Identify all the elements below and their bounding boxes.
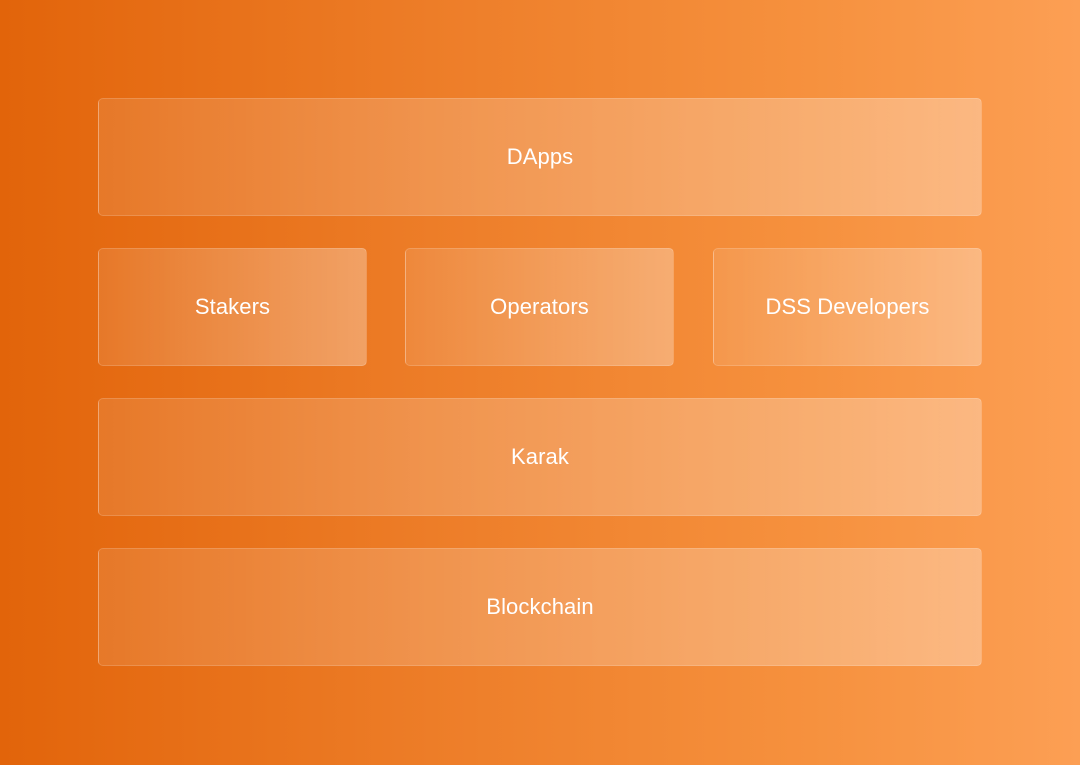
stack-diagram: DApps Stakers Operators DSS Developers K… <box>98 98 982 666</box>
box-dapps: DApps <box>98 98 982 216</box>
layer-dapps: DApps <box>98 98 982 216</box>
box-label-dapps: DApps <box>506 144 574 169</box>
box-karak: Karak <box>98 398 982 516</box>
box-label-operators: Operators <box>490 294 589 319</box>
layer-participants: Stakers Operators DSS Developers <box>98 248 982 366</box>
box-label-stakers: Stakers <box>194 294 271 319</box>
box-label-karak: Karak <box>511 444 569 469</box>
box-blockchain: Blockchain <box>98 548 982 666</box>
layer-karak: Karak <box>98 398 982 516</box>
box-operators: Operators <box>405 248 674 366</box>
box-label-dss-developers: DSS Developers <box>765 294 930 319</box>
box-label-blockchain: Blockchain <box>486 594 594 619</box>
box-dss-developers: DSS Developers <box>713 248 982 366</box>
layer-blockchain: Blockchain <box>98 548 982 666</box>
box-stakers: Stakers <box>98 248 367 366</box>
